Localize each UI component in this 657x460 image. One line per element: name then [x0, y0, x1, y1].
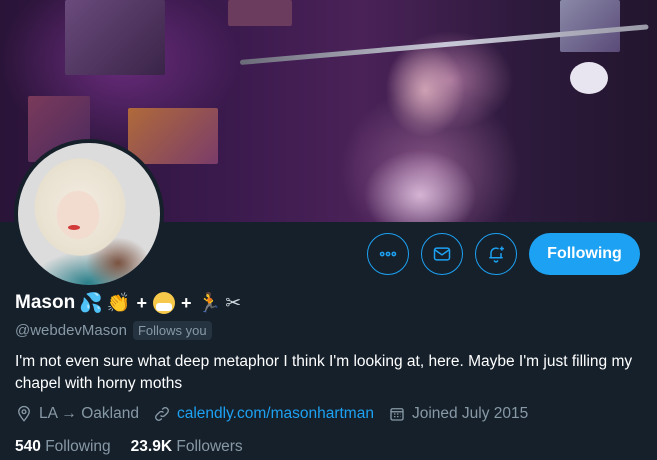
clapping-hands-icon: 👏	[106, 291, 131, 314]
sweat-drops-icon: 💦	[79, 291, 103, 314]
plus-sign: +	[136, 292, 148, 313]
mask-face-icon	[153, 292, 176, 314]
joined-date: Joined July 2015	[411, 405, 529, 422]
banner-poster	[560, 0, 620, 52]
plus-sign: +	[181, 292, 192, 313]
followers-count: 23.9K	[130, 438, 173, 455]
banner-figure	[330, 20, 500, 222]
profile-stats: 540 Following 23.9K Followers	[15, 438, 243, 456]
notifications-button[interactable]	[475, 233, 517, 275]
followers-stat[interactable]: 23.9K Followers	[131, 438, 243, 456]
more-button[interactable]	[367, 233, 409, 275]
profile-actions: Following	[367, 233, 640, 275]
location-pin-icon	[18, 405, 30, 422]
display-name: Mason	[15, 292, 76, 313]
profile-meta: LA → Oakland calendly.com/masonhartman J…	[15, 405, 528, 423]
link-icon	[155, 407, 169, 421]
banner-poster	[65, 0, 165, 75]
location-item: LA → Oakland	[15, 405, 139, 423]
runner-icon: 🏃	[197, 291, 222, 314]
more-icon	[379, 251, 397, 257]
profile-bio: I'm not even sure what deep metaphor I t…	[15, 353, 633, 392]
bell-plus-icon	[489, 246, 504, 263]
follows-you-badge: Follows you	[132, 321, 212, 340]
following-button[interactable]: Following	[529, 233, 640, 275]
location-text: LA → Oakland	[39, 405, 139, 422]
mail-icon	[433, 247, 451, 261]
followers-label: Followers	[176, 438, 243, 455]
banner-lamp	[570, 62, 608, 94]
name-row: Mason 💦 👏 + + 🏃 ✂	[15, 292, 241, 314]
joined-item: Joined July 2015	[388, 405, 528, 423]
avatar-detail	[68, 225, 80, 230]
message-button[interactable]	[421, 233, 463, 275]
scissors-icon: ✂	[225, 291, 242, 314]
avatar[interactable]	[14, 139, 164, 289]
banner-poster	[228, 0, 292, 26]
following-label: Following	[45, 438, 111, 455]
user-handle: @webdevMason	[15, 322, 127, 339]
following-stat[interactable]: 540 Following	[15, 438, 111, 456]
website-link[interactable]: calendly.com/masonhartman	[177, 405, 374, 423]
calendar-icon	[390, 408, 404, 421]
handle-row: @webdevMason Follows you	[15, 321, 212, 340]
following-count: 540	[15, 438, 41, 455]
banner-poster	[128, 108, 218, 164]
website-item: calendly.com/masonhartman	[153, 405, 374, 423]
